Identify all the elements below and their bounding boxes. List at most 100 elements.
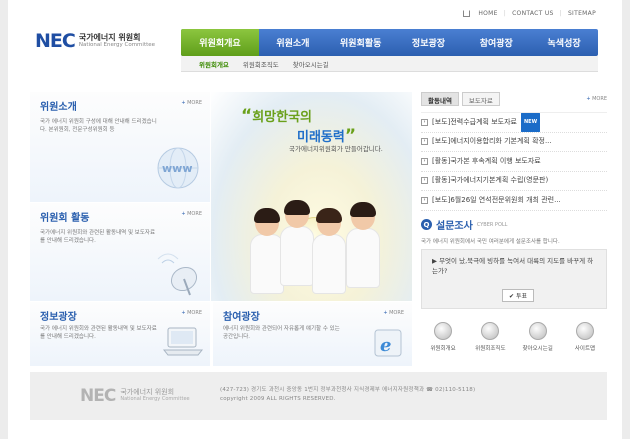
- poll-box: ▶ 무엇이 났,북극에 빙하를 녹여서 대륙의 지도를 바꾸게 하는가? ✔ 투…: [421, 249, 607, 309]
- footer-address: (427-723) 경기도 과천시 중앙동 1번지 정부과천청사 지식경제부 에…: [220, 386, 475, 405]
- quote-open: “: [241, 106, 253, 126]
- panel-title: 위원소개: [40, 102, 77, 113]
- sitemap-link[interactable]: SITEMAP: [568, 10, 596, 17]
- logo-text: 국가에너지 위원회 National Energy Committee: [78, 32, 156, 49]
- footer-logo: NEC 국가에너지 위원회 National Energy Committee: [80, 386, 190, 406]
- vote-button[interactable]: ✔ 투표: [502, 289, 534, 302]
- svg-text:www: www: [162, 162, 193, 175]
- logo-mark-text: NEC: [35, 30, 76, 52]
- hero-banner: “희망한국의 미래동력” 국가에너지위원회가 만들어갑니다.: [211, 92, 412, 301]
- logo-english: National Energy Committee: [78, 42, 156, 49]
- vote-label: 투표: [515, 293, 527, 300]
- bullet-icon: ›: [421, 177, 428, 185]
- quick-links: 위원회개요 위원회조직도 찾아오시는길 사이트맵: [421, 322, 607, 352]
- sub-nav: 위원회개요 위원회조직도 찾아오시는길: [181, 56, 598, 72]
- poll-title-en: CYBER POLL: [476, 221, 508, 228]
- logo-korean: 국가에너지 위원회: [78, 32, 141, 42]
- news-title: [활동]국가본 후속계획 이행 보도자료: [432, 156, 541, 165]
- more-link[interactable]: MORE: [181, 310, 202, 316]
- panel-members: 위원소개 MORE 국가 에너지 위원회 구성에 대해 안내해 드리겠습니다. …: [30, 92, 210, 202]
- panel-info: 정보광장 MORE 국가 에너지 위원회와 관련된 활동내역 및 보도자료를 안…: [30, 302, 210, 366]
- subnav-item-directions[interactable]: 찾아오시는길: [293, 59, 329, 69]
- quick-link-label: 위원회조직도: [475, 346, 506, 352]
- footer-logo-english: National Energy Committee: [120, 396, 190, 403]
- quick-link-overview[interactable]: 위원회개요: [421, 322, 465, 352]
- news-title: [보도]에너지이용합리화 기본계획 확정...: [432, 137, 552, 145]
- news-title: [보도]6월26일 연석전문위원회 개최 관련...: [432, 195, 561, 204]
- poll-question-text: 무엇이 났,북극에 빙하를 녹여서 대륙의 지도를 바꾸게 하는가?: [432, 257, 594, 276]
- divider: |: [559, 10, 562, 17]
- hero-slogan: “희망한국의 미래동력”: [241, 106, 356, 146]
- panel-desc: 에너지 위원회와 관련되어 자유롭게 얘기할 수 있는 공간입니다.: [223, 326, 340, 340]
- list-item[interactable]: › [보도]전력수급계획 보도자료 NEW: [421, 113, 607, 133]
- panel-desc: 국가에너지 위원회와 관련된 활동내역 및 보도자료를 안내해 드리겠습니다.: [40, 230, 156, 244]
- utility-links: HOME | CONTACT US | SITEMAP: [463, 10, 596, 17]
- slogan-line-1: 희망한국의: [252, 110, 312, 125]
- poll-question: ▶ 무엇이 났,북극에 빙하를 녹여서 대륙의 지도를 바꾸게 하는가?: [432, 257, 594, 276]
- tab-activities[interactable]: 활동내역: [421, 92, 459, 106]
- quick-link-directions[interactable]: 찾아오시는길: [516, 322, 560, 352]
- bullet-icon: ›: [421, 119, 428, 126]
- quick-link-label: 사이트맵: [574, 346, 596, 352]
- panel-title: 참여광장: [223, 312, 260, 323]
- nav-item-activities[interactable]: 위원회활동: [327, 29, 395, 56]
- more-link[interactable]: MORE: [181, 211, 202, 217]
- laptop-icon: [162, 327, 204, 356]
- quick-link-sitemap[interactable]: 사이트맵: [563, 322, 607, 352]
- site-logo[interactable]: NEC 국가에너지 위원회 National Energy Committee: [35, 30, 155, 52]
- footer-logo-mark: NEC: [80, 386, 116, 406]
- main-content: 위원소개 MORE 국가 에너지 위원회 구성에 대해 안내해 드리겠습니다. …: [30, 92, 412, 366]
- bullet-icon: ›: [421, 197, 428, 204]
- page: HOME | CONTACT US | SITEMAP NEC 국가에너지 위원…: [8, 0, 622, 439]
- nav-item-info[interactable]: 정보광장: [395, 29, 463, 56]
- contact-link[interactable]: CONTACT US: [512, 10, 554, 17]
- address-text: (427-723) 경기도 과천시 중앙동 1번지 정부과천청사 지식경제부 에…: [220, 387, 476, 393]
- list-item[interactable]: › [활동]국가본 후속계획 이행 보도자료: [421, 152, 607, 172]
- org-chart-icon: [481, 322, 500, 340]
- list-item[interactable]: › [활동]국가에너지기본계획 수립(영문판): [421, 172, 607, 191]
- overview-icon: [434, 322, 452, 340]
- nav-item-members[interactable]: 위원소개: [259, 29, 327, 56]
- more-link[interactable]: MORE: [181, 100, 202, 106]
- news-list: › [보도]전력수급계획 보도자료 NEW › [보도]에너지이용합리화 기본계획 확…: [421, 112, 607, 211]
- cyber-poll: Q 설문조사 CYBER POLL 국가 에너지 위원회에서 국민 여러분에게 …: [421, 217, 607, 309]
- question-icon: Q: [421, 219, 432, 230]
- list-item[interactable]: › [보도]에너지이용합리화 기본계획 확정...: [421, 133, 607, 152]
- panel-desc: 국가 에너지 위원회와 관련된 활동내역 및 보도자료를 안내해 드리겠습니다.: [40, 326, 157, 340]
- logo-mark: NEC: [35, 30, 76, 52]
- quick-link-label: 찾아오시는길: [522, 346, 553, 352]
- quick-link-label: 위원회개요: [430, 346, 456, 352]
- copyright-text: copyright 2009 ALL RIGHTS RESERVED.: [220, 396, 336, 403]
- bullet-icon: ›: [421, 158, 428, 165]
- more-link[interactable]: MORE: [383, 310, 404, 316]
- nav-item-overview[interactable]: 위원회개요: [181, 29, 259, 56]
- poll-desc: 국가 에너지 위원회에서 국민 여러분에게 설문조사를 합니다.: [421, 239, 560, 245]
- subnav-item-overview[interactable]: 위원회개요: [199, 59, 229, 69]
- nav-item-participation[interactable]: 참여광장: [462, 29, 530, 56]
- poll-header: Q 설문조사 CYBER POLL: [421, 217, 607, 232]
- panel-title: 위원회 활동: [40, 213, 90, 224]
- nav-item-green-growth[interactable]: 녹색성장: [530, 29, 598, 56]
- panel-participation: 참여광장 MORE 에너지 위원회와 관련되어 자유롭게 얘기할 수 있는 공간…: [213, 302, 412, 366]
- list-item[interactable]: › [보도]6월26일 연석전문위원회 개최 관련...: [421, 191, 607, 211]
- sitemap-icon: [575, 322, 594, 340]
- quick-link-org-chart[interactable]: 위원회조직도: [468, 322, 512, 352]
- footer: NEC 국가에너지 위원회 National Energy Committee …: [30, 372, 607, 420]
- internet-explorer-icon: e: [374, 329, 402, 357]
- home-icon: [463, 10, 471, 17]
- more-link[interactable]: MORE: [586, 96, 607, 102]
- news-title: [보도]전력수급계획 보도자료: [432, 117, 517, 126]
- news-tabs: 활동내역 보도자료 MORE: [421, 92, 607, 106]
- right-column: 활동내역 보도자료 MORE › [보도]전력수급계획 보도자료NEW › [보도]…: [421, 92, 607, 352]
- divider: |: [503, 10, 507, 17]
- tab-press[interactable]: 보도자료: [461, 92, 500, 106]
- panel-activities: 위원회 활동 MORE 국가에너지 위원회와 관련된 활동내역 및 보도자료를 …: [30, 203, 210, 301]
- main-nav: 위원회개요 위원소개 위원회활동 정보광장 참여광장 녹색성장: [181, 29, 598, 56]
- map-pin-icon: [528, 322, 547, 340]
- home-link[interactable]: HOME: [478, 10, 497, 17]
- globe-www-icon: www: [157, 147, 199, 189]
- svg-text:e: e: [380, 335, 391, 356]
- panel-title: 정보광장: [40, 312, 77, 323]
- news-title: [활동]국가에너지기본계획 수립(영문판): [432, 176, 549, 184]
- subnav-item-org-chart[interactable]: 위원회조직도: [243, 59, 279, 69]
